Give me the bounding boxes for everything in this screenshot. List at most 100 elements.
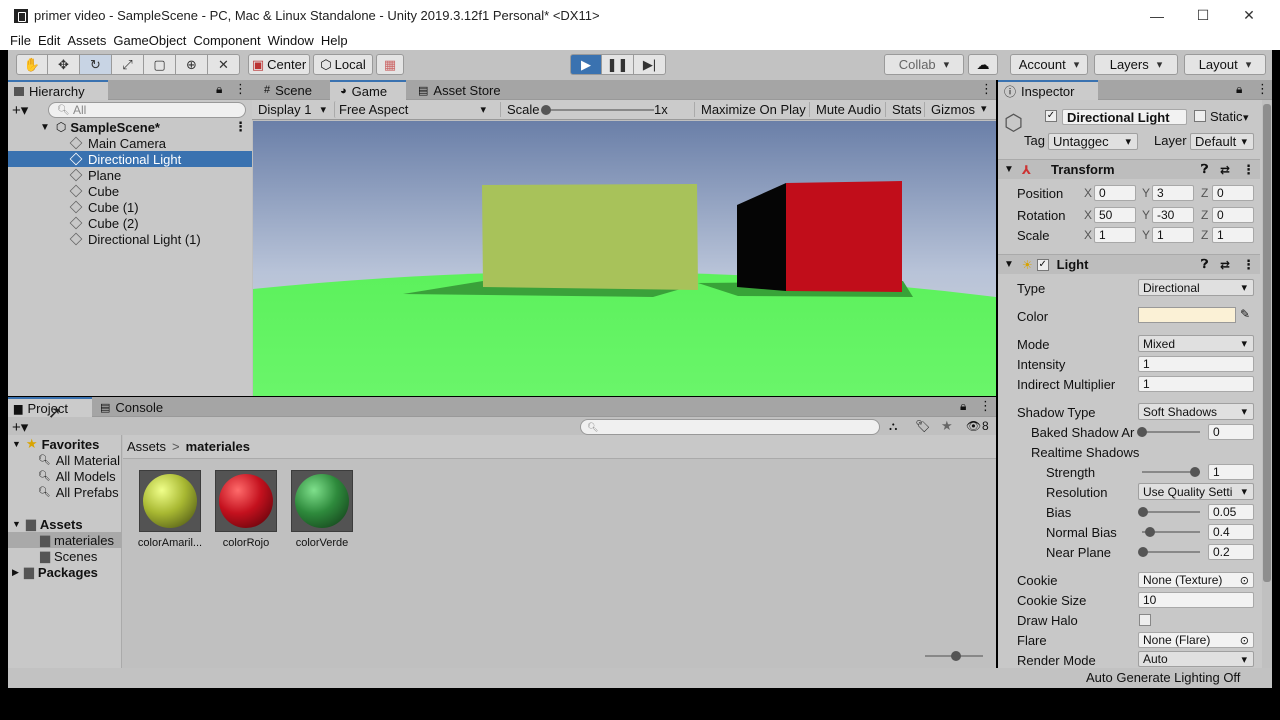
rotation-x-field[interactable]: 50	[1094, 207, 1136, 223]
panel-menu-icon[interactable]: ⋮	[979, 398, 992, 414]
scale-slider[interactable]	[544, 109, 654, 111]
move-tool-icon[interactable]: ✥	[48, 54, 80, 75]
scale-x-field[interactable]: 1	[1094, 227, 1136, 243]
baked-shadow-slider[interactable]	[1142, 431, 1200, 433]
bias-slider[interactable]	[1142, 511, 1200, 513]
pause-icon[interactable]: ❚❚	[602, 54, 634, 75]
rotate-tool-icon[interactable]: ↻	[80, 54, 112, 75]
render-mode-dropdown[interactable]: Auto	[1138, 651, 1254, 667]
expand-arrow-icon[interactable]: ▼	[12, 439, 21, 449]
layout-dropdown[interactable]: Layout	[1184, 54, 1266, 75]
flare-field[interactable]: None (Flare) ⊙	[1138, 632, 1254, 648]
preset-icon[interactable]: ⇄	[1220, 258, 1230, 272]
near-plane-field[interactable]: 0.2	[1208, 544, 1254, 560]
custom-tool-icon[interactable]: ✕	[208, 54, 240, 75]
light-enabled-checkbox[interactable]: ✓	[1036, 258, 1049, 271]
near-plane-knob[interactable]	[1138, 547, 1148, 557]
breadcrumb-materiales[interactable]: materiales	[186, 439, 250, 454]
baked-shadow-knob[interactable]	[1137, 427, 1147, 437]
component-menu-icon[interactable]: ⋮	[1242, 257, 1255, 273]
preset-icon[interactable]: ⇄	[1220, 163, 1230, 177]
mode-dropdown[interactable]: Mixed	[1138, 335, 1254, 352]
scale-tool-icon[interactable]: ⤢	[112, 54, 144, 75]
asset-material[interactable]: colorRojo	[213, 470, 279, 549]
scale-z-field[interactable]: 1	[1212, 227, 1254, 243]
favorite-item[interactable]: 🔍︎ All Models	[8, 468, 116, 484]
static-dropdown-icon[interactable]: ▾	[1243, 111, 1249, 124]
close-button[interactable]: ✕	[1226, 0, 1272, 31]
tab-scene[interactable]: # Scene	[252, 80, 328, 100]
collapse-arrow-icon[interactable]: ▶	[12, 567, 19, 578]
position-x-field[interactable]: 0	[1094, 185, 1136, 201]
menu-edit[interactable]: Edit	[38, 33, 60, 48]
hierarchy-item[interactable]: Plane	[8, 167, 252, 183]
resolution-dropdown[interactable]: Use Quality Setti	[1138, 483, 1254, 500]
shadow-type-dropdown[interactable]: Soft Shadows	[1138, 403, 1254, 420]
bias-field[interactable]: 0.05	[1208, 504, 1254, 520]
account-dropdown[interactable]: Account	[1010, 54, 1088, 75]
component-menu-icon[interactable]: ⋮	[1242, 162, 1255, 178]
aspect-dropdown[interactable]: Free Aspect	[334, 101, 492, 118]
draw-halo-checkbox[interactable]	[1139, 614, 1151, 626]
tab-console[interactable]: ▤ Console	[94, 397, 176, 417]
cookie-size-field[interactable]: 10	[1138, 592, 1254, 608]
hierarchy-item[interactable]: Directional Light (1)	[8, 231, 252, 247]
stats-toggle[interactable]: Stats	[885, 102, 922, 117]
lighting-status[interactable]: Auto Generate Lighting Off	[1086, 670, 1240, 685]
tab-inspector[interactable]: ⓘ Inspector	[998, 80, 1098, 100]
layers-dropdown[interactable]: Layers	[1094, 54, 1178, 75]
cookie-field[interactable]: None (Texture) ⊙	[1138, 572, 1254, 588]
asset-material[interactable]: colorAmaril...	[137, 470, 203, 549]
project-search-input[interactable]: 🔍︎	[580, 419, 880, 435]
help-icon[interactable]: ❓︎	[1201, 162, 1208, 177]
object-name-field[interactable]: Directional Light	[1062, 109, 1187, 125]
indirect-multiplier-field[interactable]: 1	[1138, 376, 1254, 392]
lock-icon[interactable]: 🔒︎	[216, 82, 222, 97]
favorite-star-icon[interactable]: ★	[941, 418, 953, 434]
help-icon[interactable]: ❓︎	[1201, 257, 1208, 272]
normal-bias-knob[interactable]	[1145, 527, 1155, 537]
color-swatch[interactable]	[1138, 307, 1236, 323]
gizmos-dropdown[interactable]: Gizmos	[924, 102, 975, 117]
display-dropdown[interactable]: Display 1	[254, 101, 332, 118]
menu-file[interactable]: File	[10, 33, 31, 48]
tab-asset-store[interactable]: ▤ Asset Store	[408, 80, 508, 100]
bias-knob[interactable]	[1138, 507, 1148, 517]
breadcrumb-assets[interactable]: Assets	[127, 439, 166, 454]
collab-button[interactable]: Collab	[884, 54, 964, 75]
menu-component[interactable]: Component	[193, 33, 260, 48]
snap-icon[interactable]: ▦	[376, 54, 404, 75]
tag-dropdown[interactable]: Untaggec	[1048, 133, 1138, 150]
search-by-label-icon[interactable]: 🏷︎	[915, 419, 930, 433]
hierarchy-item[interactable]: Main Camera	[8, 135, 252, 151]
pivot-local-button[interactable]: ⬡ Local	[313, 54, 373, 75]
packages-folder-row[interactable]: ▶ ▆ Packages	[8, 564, 98, 580]
transform-tool-icon[interactable]: ⊕	[176, 54, 208, 75]
hierarchy-item[interactable]: Cube (2)	[8, 215, 252, 231]
inspector-scroll-thumb[interactable]	[1263, 104, 1271, 582]
create-plus-icon[interactable]: +▾	[12, 101, 28, 119]
strength-field[interactable]: 1	[1208, 464, 1254, 480]
pivot-center-button[interactable]: ▣ Center	[248, 54, 310, 75]
panel-menu-icon[interactable]: ⋮	[980, 81, 993, 97]
position-y-field[interactable]: 3	[1152, 185, 1194, 201]
gizmos-arrow-icon[interactable]: ▾	[981, 102, 987, 115]
mute-audio-toggle[interactable]: Mute Audio	[809, 102, 881, 117]
scene-row[interactable]: ▼ ⬡ SampleScene* ⋮	[8, 119, 252, 135]
transform-header[interactable]: ▼ ⅄ Transform ❓︎ ⇄ ⋮	[998, 159, 1260, 179]
active-checkbox[interactable]: ✓	[1045, 110, 1057, 122]
hand-tool-icon[interactable]: ✋	[16, 54, 48, 75]
near-plane-slider[interactable]	[1142, 551, 1200, 553]
lock-icon[interactable]: 🔒︎	[1236, 82, 1242, 97]
step-icon[interactable]: ▶|	[634, 54, 666, 75]
game-viewport[interactable]	[253, 121, 996, 396]
create-plus-icon[interactable]: +▾	[12, 418, 28, 436]
normal-bias-field[interactable]: 0.4	[1208, 524, 1254, 540]
rect-tool-icon[interactable]: ▢	[144, 54, 176, 75]
lock-icon[interactable]: 🔒︎	[960, 399, 966, 414]
assets-folder-row[interactable]: ▼ ▆ Assets	[8, 516, 83, 532]
hidden-packages-icon[interactable]: 👁︎	[966, 419, 981, 433]
hierarchy-item[interactable]: Cube	[8, 183, 252, 199]
folder-item[interactable]: ▆ Scenes	[8, 548, 97, 564]
favorite-item[interactable]: 🔍︎ All Prefabs	[8, 484, 119, 500]
